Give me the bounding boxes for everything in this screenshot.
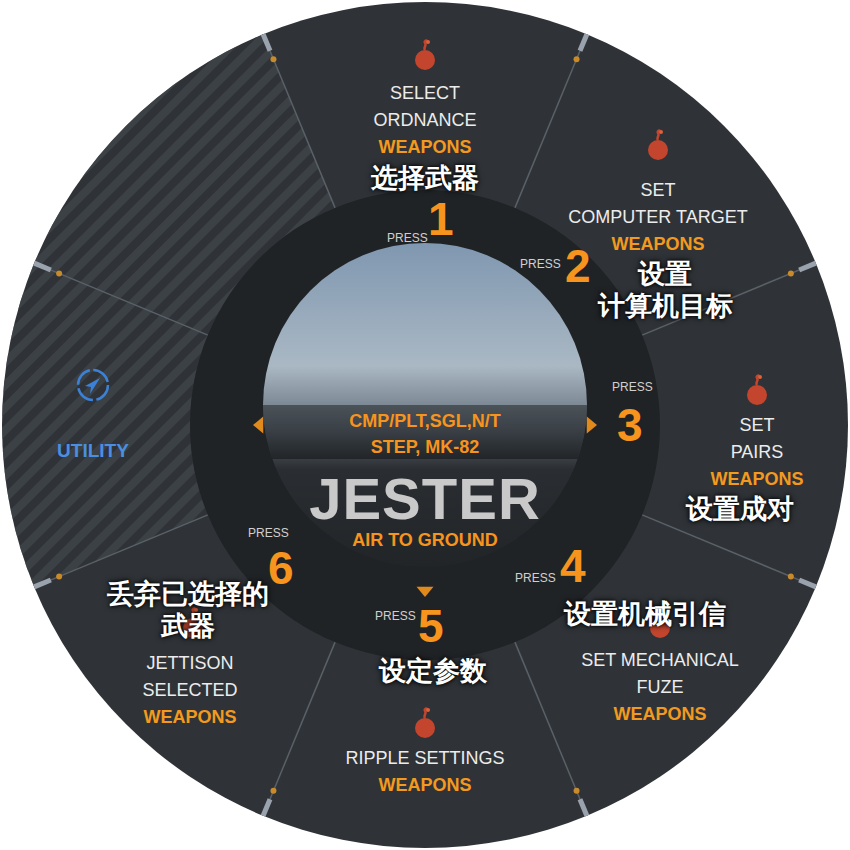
utility-label[interactable]: UTILITY	[57, 441, 129, 460]
label-line: SET	[710, 412, 803, 439]
label-line: ORDNANCE	[373, 107, 476, 134]
translation-label: 选择武器	[371, 162, 479, 194]
status-lines: CMP/PLT,SGL,N/TSTEP, MK-82	[349, 408, 501, 460]
press-hint: PRESS	[612, 381, 653, 393]
press-hint: PRESS	[387, 232, 428, 244]
jester-wheel: CMP/PLT,SGL,N/TSTEP, MK-82 JESTER AIR TO G…	[0, 0, 850, 850]
translation-line: 设置成对	[686, 493, 794, 525]
press-hint: PRESS	[520, 258, 561, 270]
translation-line: 计算机目标	[598, 290, 733, 322]
press-hint: PRESS	[375, 610, 416, 622]
bomb-icon[interactable]	[412, 39, 438, 71]
item-number[interactable]: 2	[565, 243, 591, 289]
status-line: STEP, MK-82	[349, 434, 501, 460]
item-number[interactable]: 1	[428, 196, 454, 242]
translation-line: 武器	[107, 610, 269, 642]
status-line: CMP/PLT,SGL,N/T	[349, 408, 501, 434]
translation-line: 设置	[598, 258, 733, 290]
menu-item-label[interactable]: SETCOMPUTER TARGETWEAPONS	[568, 177, 747, 258]
category-label: WEAPONS	[568, 231, 747, 258]
label-line: FUZE	[581, 674, 739, 701]
menu-item-label[interactable]: RIPPLE SETTINGSWEAPONS	[345, 745, 504, 799]
translation-label: 设置计算机目标	[598, 258, 733, 323]
item-number[interactable]: 4	[560, 543, 586, 589]
press-hint: PRESS	[248, 527, 289, 539]
translation-label: 丢弃已选择的武器	[107, 578, 269, 643]
item-number[interactable]: 5	[418, 603, 444, 649]
label-line: JETTISON	[142, 650, 237, 677]
menu-item-label[interactable]: JETTISONSELECTEDWEAPONS	[142, 650, 237, 731]
translation-line: 设定参数	[379, 655, 487, 687]
menu-item-label[interactable]: SELECTORDNANCEWEAPONS	[373, 80, 476, 161]
press-hint: PRESS	[515, 572, 556, 584]
bomb-icon[interactable]	[412, 707, 438, 739]
translation-line: 选择武器	[371, 162, 479, 194]
compass-icon[interactable]	[75, 367, 111, 403]
label-line: RIPPLE SETTINGS	[345, 745, 504, 772]
menu-item-label[interactable]: SET MECHANICALFUZEWEAPONS	[581, 647, 739, 728]
category-label: WEAPONS	[142, 704, 237, 731]
category-label: WEAPONS	[710, 466, 803, 493]
category-label: WEAPONS	[581, 701, 739, 728]
label-line: SELECTED	[142, 677, 237, 704]
bomb-icon[interactable]	[645, 129, 671, 161]
translation-line: 设置机械引信	[564, 598, 726, 630]
category-label: WEAPONS	[345, 772, 504, 799]
category-label: WEAPONS	[373, 134, 476, 161]
translation-label: 设置机械引信	[564, 598, 726, 630]
item-number[interactable]: 6	[268, 545, 294, 591]
translation-line: 丢弃已选择的	[107, 578, 269, 610]
label-line: SET MECHANICAL	[581, 647, 739, 674]
menu-item-label[interactable]: SETPAIRSWEAPONS	[710, 412, 803, 493]
translation-label: 设定参数	[379, 655, 487, 687]
label-line: PAIRS	[710, 439, 803, 466]
bomb-icon[interactable]	[744, 374, 770, 406]
translation-label: 设置成对	[686, 493, 794, 525]
label-line: SET	[568, 177, 747, 204]
label-line: COMPUTER TARGET	[568, 204, 747, 231]
label-line: SELECT	[373, 80, 476, 107]
item-number[interactable]: 3	[617, 402, 643, 448]
jester-title: JESTER	[309, 470, 541, 528]
mode-subtitle: AIR TO GROUND	[352, 531, 498, 549]
